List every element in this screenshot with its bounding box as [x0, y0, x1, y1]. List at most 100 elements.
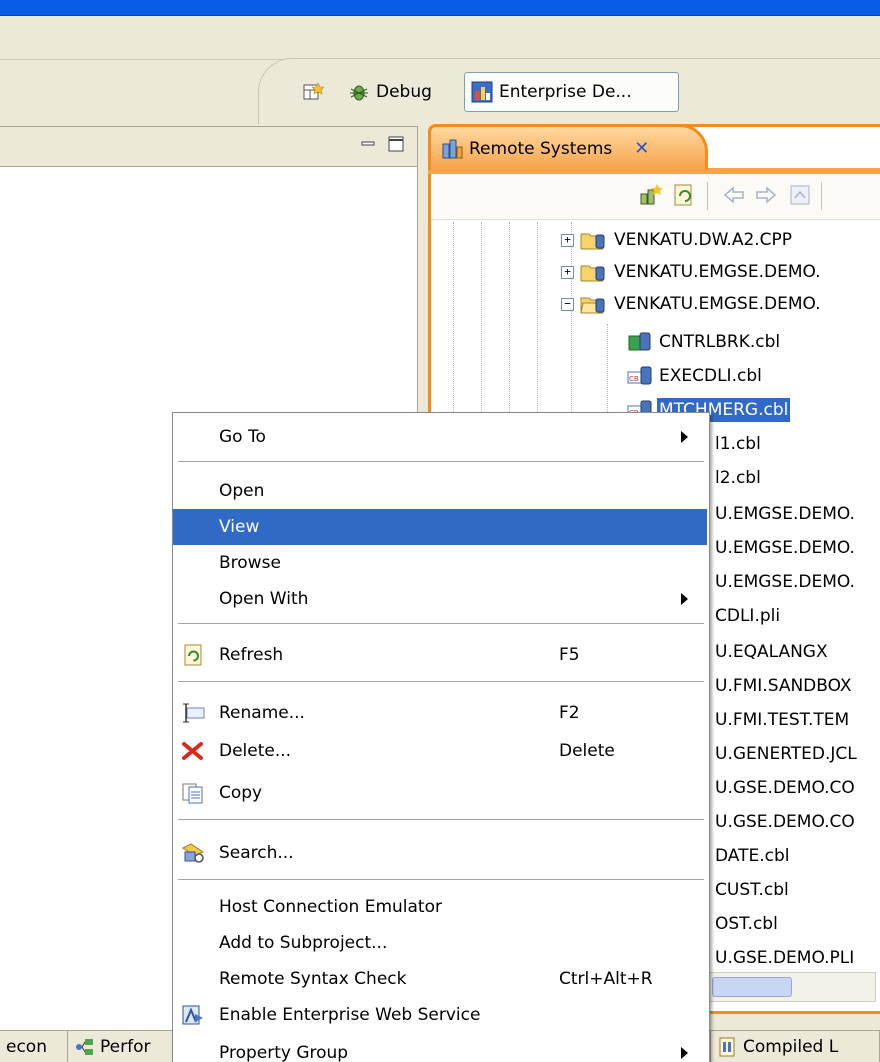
window-title-bar	[0, 0, 880, 16]
perspective-label: Enterprise De...	[499, 82, 632, 102]
tree-item[interactable]: CNTRLBRK.cbl	[627, 326, 782, 358]
menu-item-copy[interactable]: Copy	[173, 775, 707, 811]
menu-item-label: Open With	[219, 589, 309, 609]
tree-item[interactable]: U.GSE.DEMO.CO	[713, 806, 857, 838]
menu-item-rename[interactable]: Rename... F2	[173, 695, 707, 731]
refresh-icon	[181, 644, 205, 666]
open-perspective-icon	[302, 81, 325, 103]
tree-item[interactable]: − VENKATU.EMGSE.DEMO.	[561, 288, 823, 320]
tree-item[interactable]: l1.cbl	[713, 428, 763, 460]
tree-item-label: VENKATU.EMGSE.DEMO.	[614, 294, 821, 314]
tree-item-label: U.GSE.DEMO.CO	[715, 812, 855, 832]
menu-separator	[178, 623, 704, 624]
forward-button[interactable]	[753, 182, 779, 208]
back-arrow-icon	[723, 186, 744, 204]
dataset-folder-icon	[580, 262, 606, 282]
bottom-tab-econ[interactable]: econ	[0, 1031, 68, 1062]
menu-bar-area	[0, 16, 880, 60]
tree-item-label: U.GSE.DEMO.CO	[715, 778, 855, 798]
back-button[interactable]	[721, 182, 747, 208]
remote-systems-toolbar	[431, 174, 880, 220]
open-perspective-button[interactable]	[302, 72, 325, 112]
tree-item-label: CDLI.pli	[715, 606, 781, 626]
tree-item[interactable]: U.FMI.SANDBOX	[713, 670, 854, 702]
tree-item[interactable]: U.FMI.TEST.TEM	[713, 704, 851, 736]
cobol-file-icon: CB	[627, 365, 653, 387]
context-menu: Go To Open View Browse Open With Refresh…	[172, 412, 710, 1062]
menu-item-label: View	[219, 517, 260, 537]
tree-item[interactable]: + VENKATU.EMGSE.DEMO.	[561, 256, 823, 288]
menu-item-delete[interactable]: Delete... Delete	[173, 733, 707, 769]
tree-item[interactable]: U.EQALANGX	[713, 636, 830, 668]
tree-item[interactable]: U.EMGSE.DEMO.	[713, 532, 857, 564]
tree-item[interactable]: DATE.cbl	[713, 840, 792, 872]
tree-item[interactable]: U.GSE.DEMO.CO	[713, 772, 857, 804]
menu-item-host-connection-emulator[interactable]: Host Connection Emulator	[173, 889, 707, 925]
bottom-tab-performance[interactable]: Perfor	[68, 1031, 178, 1062]
scrollbar-thumb[interactable]	[712, 977, 792, 997]
submenu-arrow-icon	[681, 431, 688, 443]
minimize-icon	[361, 141, 375, 146]
tree-item[interactable]: l2.cbl	[713, 462, 763, 494]
tree-item[interactable]: CDLI.pli	[713, 600, 782, 632]
menu-separator	[178, 461, 704, 462]
expand-icon[interactable]: +	[561, 233, 574, 247]
collapse-icon[interactable]: −	[561, 297, 574, 311]
menu-separator	[178, 819, 704, 820]
remote-systems-tab[interactable]: Remote Systems ✕	[428, 124, 708, 170]
menu-item-remote-syntax-check[interactable]: Remote Syntax Check Ctrl+Alt+R	[173, 961, 707, 997]
expand-icon[interactable]: +	[561, 265, 574, 279]
tree-item-label: U.EQALANGX	[715, 642, 828, 662]
menu-item-refresh[interactable]: Refresh F5	[173, 637, 707, 673]
tree-item[interactable]: OST.cbl	[713, 908, 780, 940]
home-button[interactable]	[787, 182, 813, 208]
tree-item-label: DATE.cbl	[715, 846, 790, 866]
tree-item[interactable]: U.EMGSE.DEMO.	[713, 566, 857, 598]
tree-item-label: l1.cbl	[715, 434, 761, 454]
menu-item-label: Search...	[219, 843, 294, 863]
menu-item-label: Remote Syntax Check	[219, 969, 407, 989]
menu-item-view[interactable]: View	[173, 509, 707, 545]
tree-item[interactable]: U.EMGSE.DEMO.	[713, 498, 857, 530]
maximize-view-button[interactable]	[386, 135, 406, 153]
refresh-icon	[674, 184, 692, 206]
close-tab-icon[interactable]: ✕	[634, 138, 649, 159]
bottom-tab-label: econ	[6, 1037, 47, 1057]
forward-arrow-icon	[756, 186, 777, 204]
menu-item-shortcut: Ctrl+Alt+R	[559, 969, 653, 989]
new-connection-button[interactable]	[637, 182, 663, 208]
tree-item[interactable]: + VENKATU.DW.A2.CPP	[561, 224, 794, 256]
minimize-view-button[interactable]	[358, 135, 378, 153]
debug-bug-icon	[348, 81, 370, 103]
rename-icon	[181, 702, 205, 724]
menu-item-label: Refresh	[219, 645, 284, 665]
compiled-listing-icon	[717, 1036, 739, 1058]
tree-item[interactable]: U.GSE.DEMO.PLI	[713, 942, 856, 972]
tree-item-label: OST.cbl	[715, 914, 778, 934]
enterprise-developer-icon	[471, 81, 493, 103]
remote-systems-icon	[441, 138, 463, 160]
menu-item-go-to[interactable]: Go To	[173, 419, 707, 455]
bottom-tab-compiled-listing[interactable]: Compiled L	[710, 1031, 880, 1062]
tree-item-label: l2.cbl	[715, 468, 761, 488]
menu-item-open[interactable]: Open	[173, 473, 707, 509]
menu-item-property-group[interactable]: Property Group	[173, 1035, 707, 1062]
menu-item-browse[interactable]: Browse	[173, 545, 707, 581]
green-member-icon	[627, 331, 653, 353]
menu-item-enable-web-service[interactable]: Enable Enterprise Web Service	[173, 997, 707, 1033]
svg-text:CB: CB	[629, 375, 639, 383]
menu-item-label: Delete...	[219, 741, 292, 761]
refresh-view-button[interactable]	[671, 182, 697, 208]
menu-item-add-to-subproject[interactable]: Add to Subproject...	[173, 925, 707, 961]
debug-perspective-button[interactable]: Debug	[348, 72, 432, 112]
menu-item-search[interactable]: Search...	[173, 835, 707, 871]
menu-item-open-with[interactable]: Open With	[173, 581, 707, 617]
tree-item[interactable]: CUST.cbl	[713, 874, 791, 906]
tree-item[interactable]: U.GENERTED.JCL	[713, 738, 859, 770]
menu-item-shortcut: Delete	[559, 741, 615, 761]
enterprise-developer-perspective-button[interactable]: Enterprise De...	[464, 72, 679, 112]
tree-item[interactable]: CB EXECDLI.cbl	[627, 360, 764, 392]
maximize-icon	[388, 136, 404, 152]
left-view-tabstrip	[0, 127, 417, 167]
toolbar-separator	[821, 182, 822, 210]
